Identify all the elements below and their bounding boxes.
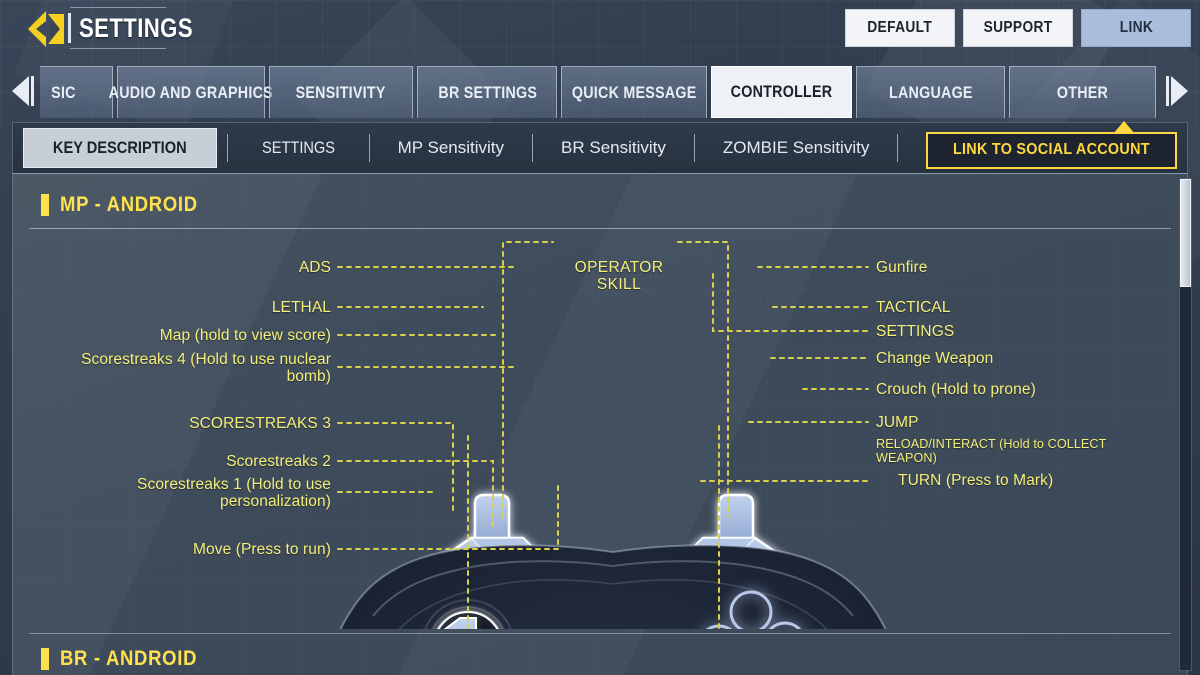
section-br-android: BR - ANDROID [13,633,1187,675]
subtab-br-sensitivity-label: BR Sensitivity [561,138,666,157]
tab-basic-label: SIC [51,82,76,102]
section-marker [41,194,49,216]
tabs-scroll-left-icon[interactable] [12,76,29,106]
tabs-scroll-right-icon[interactable] [1171,76,1188,106]
support-button[interactable]: SUPPORT [963,9,1073,47]
back-arrow-icon[interactable] [26,8,70,50]
label-turn: TURN (Press to Mark) [898,472,1054,489]
label-scorestreaks-4: Scorestreaks 4 (Hold to use nuclear bomb… [81,351,331,385]
tab-basic[interactable]: SIC [40,66,113,118]
label-settings: SETTINGS [876,323,955,340]
subtab-br-sensitivity[interactable]: BR Sensitivity [543,128,684,168]
title-accent-bar [68,13,71,43]
link-button[interactable]: LINK [1081,9,1191,47]
subtab-key-description-label: KEY DESCRIPTION [52,138,187,157]
label-operator-skill: OPERATOR SKILL [574,259,664,293]
subtab-mp-sensitivity[interactable]: MP Sensitivity [380,128,522,168]
section-title-text: MP - ANDROID [60,193,198,216]
tab-quick-message-label: QUICK MESSAGE [572,82,697,102]
support-button-label: SUPPORT [983,19,1053,36]
subtab-settings-label: SETTINGS [261,138,335,157]
tab-language-label: LANGUAGE [888,82,973,102]
settings-screen: SETTINGS DEFAULT SUPPORT LINK SIC AUDIO … [0,0,1200,675]
tab-other[interactable]: OTHER [1009,66,1156,118]
link-tooltip: LINK TO SOCIAL ACCOUNT [926,121,1177,169]
link-button-label: LINK [1119,19,1153,36]
subtab-separator [368,134,370,162]
tab-quick-message[interactable]: QUICK MESSAGE [561,66,708,118]
top-header: SETTINGS DEFAULT SUPPORT LINK [0,0,1200,58]
tab-sensitivity-label: SENSITIVITY [295,82,387,102]
label-scorestreaks-2: Scorestreaks 2 [226,453,331,470]
subtab-zombie-sensitivity-label: ZOMBIE Sensitivity [722,138,870,157]
label-scorestreaks-1: Scorestreaks 1 (Hold to use personalizat… [137,476,331,510]
subtab-mp-sensitivity-label: MP Sensitivity [397,138,505,157]
next-section-title: BR - ANDROID [60,647,216,671]
tab-audio-and-graphics-label: AUDIO AND GRAPHICS [108,82,273,102]
link-tooltip-text: LINK TO SOCIAL ACCOUNT [953,141,1151,158]
section-marker [41,648,49,670]
section-title: MP - ANDROID [60,193,217,217]
section-mp-android: MP - ANDROID [13,188,1187,229]
subtab-settings[interactable]: SETTINGS [238,128,359,168]
content-scrollbar-thumb[interactable] [1180,179,1191,287]
label-map: Map (hold to view score) [159,327,331,344]
header-actions: DEFAULT SUPPORT LINK [845,9,1191,47]
section-divider [29,633,1171,634]
section-divider [29,228,1171,229]
tab-controller[interactable]: CONTROLLER [711,66,853,118]
page-title-wrap: SETTINGS [68,6,218,50]
tab-br-settings[interactable]: BR SETTINGS [417,66,558,118]
label-move: Move (Press to run) [193,541,331,558]
tabs-scroll-right-bar [1166,76,1169,106]
label-jump: JUMP [876,414,919,431]
section-header: BR - ANDROID [41,647,216,671]
content-scrollbar-track[interactable] [1179,178,1192,671]
tabs-scroll-left-bar [31,76,34,106]
tab-br-settings-label: BR SETTINGS [438,82,537,102]
tooltip-caret-icon [1113,121,1135,134]
label-reload-interact: RELOAD/INTERACT (Hold to COLLECT WEAPON) [876,437,1107,465]
label-change-weapon: Change Weapon [876,350,994,367]
main-tabs: SIC AUDIO AND GRAPHICS SENSITIVITY BR SE… [40,66,1160,118]
content-panel: MP - ANDROID OPERATOR SKILL ADS LETHAL M… [12,174,1188,675]
page-title: SETTINGS [79,12,193,43]
tab-language[interactable]: LANGUAGE [856,66,1006,118]
label-gunfire: Gunfire [876,259,928,276]
default-button-label: DEFAULT [867,19,933,36]
section-header: MP - ANDROID [13,188,1187,222]
label-crouch: Crouch (Hold to prone) [876,381,1036,398]
subtab-key-description[interactable]: KEY DESCRIPTION [23,128,217,168]
label-lethal: LETHAL [271,299,331,316]
tab-other-label: OTHER [1056,82,1109,102]
subtab-separator [226,134,228,162]
default-button[interactable]: DEFAULT [845,9,955,47]
subtab-separator [693,134,695,162]
subtab-separator [532,134,534,162]
label-ads: ADS [298,259,331,276]
label-scorestreaks-3: SCORESTREAKS 3 [189,415,331,432]
next-section-title-text: BR - ANDROID [60,647,198,670]
subtab-separator [897,134,899,162]
tab-sensitivity[interactable]: SENSITIVITY [268,66,414,118]
label-tactical: TACTICAL [876,299,951,316]
tab-audio-and-graphics[interactable]: AUDIO AND GRAPHICS [108,66,272,118]
tab-controller-label: CONTROLLER [731,82,833,101]
controller-diagram: OPERATOR SKILL ADS LETHAL Map (hold to v… [13,234,1187,629]
subtab-zombie-sensitivity[interactable]: ZOMBIE Sensitivity [705,128,887,168]
main-tabbar: SIC AUDIO AND GRAPHICS SENSITIVITY BR SE… [0,66,1200,169]
